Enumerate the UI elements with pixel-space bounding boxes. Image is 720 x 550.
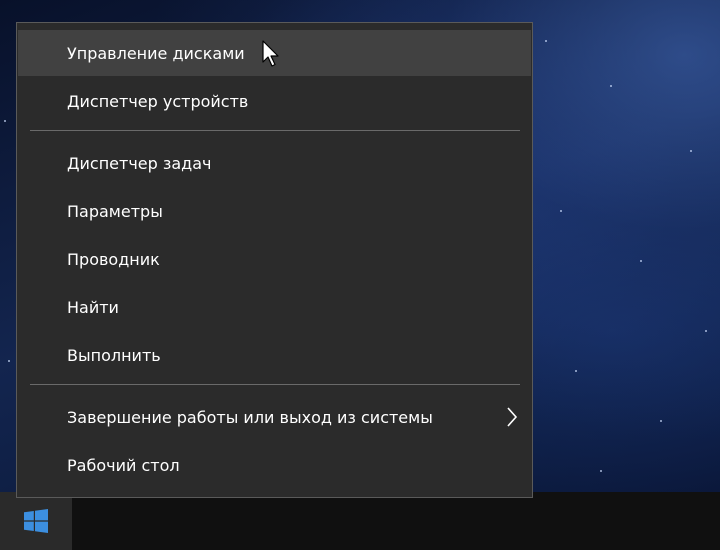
menu-item-search[interactable]: Найти (18, 284, 531, 330)
star (610, 85, 612, 87)
taskbar (0, 492, 720, 550)
star (600, 470, 602, 472)
menu-item-desktop[interactable]: Рабочий стол (18, 442, 531, 488)
menu-item-label: Диспетчер устройств (67, 91, 249, 111)
start-button[interactable] (0, 492, 72, 550)
menu-item-task-manager[interactable]: Диспетчер задач (18, 140, 531, 186)
menu-separator (30, 130, 520, 131)
menu-item-file-explorer[interactable]: Проводник (18, 236, 531, 282)
menu-item-label: Рабочий стол (67, 455, 180, 475)
menu-separator (30, 384, 520, 385)
menu-item-settings[interactable]: Параметры (18, 188, 531, 234)
menu-item-label: Диспетчер задач (67, 153, 212, 173)
windows-logo-icon (24, 509, 48, 533)
menu-item-label: Найти (67, 297, 119, 317)
winx-context-menu: Управление дисками Диспетчер устройств Д… (16, 22, 533, 498)
star (4, 120, 6, 122)
star (8, 360, 10, 362)
menu-item-shutdown-or-sign-out[interactable]: Завершение работы или выход из системы (18, 394, 531, 440)
menu-item-run[interactable]: Выполнить (18, 332, 531, 378)
menu-item-label: Управление дисками (67, 43, 245, 63)
menu-item-label: Проводник (67, 249, 160, 269)
menu-item-label: Параметры (67, 201, 163, 221)
star (690, 150, 692, 152)
star (660, 420, 662, 422)
chevron-right-icon (507, 407, 518, 427)
star (545, 40, 547, 42)
menu-item-label: Завершение работы или выход из системы (67, 407, 433, 427)
star (640, 260, 642, 262)
star (705, 330, 707, 332)
menu-item-device-manager[interactable]: Диспетчер устройств (18, 78, 531, 124)
menu-item-label: Выполнить (67, 345, 161, 365)
mouse-pointer-icon (262, 40, 279, 67)
star (560, 210, 562, 212)
star (575, 370, 577, 372)
